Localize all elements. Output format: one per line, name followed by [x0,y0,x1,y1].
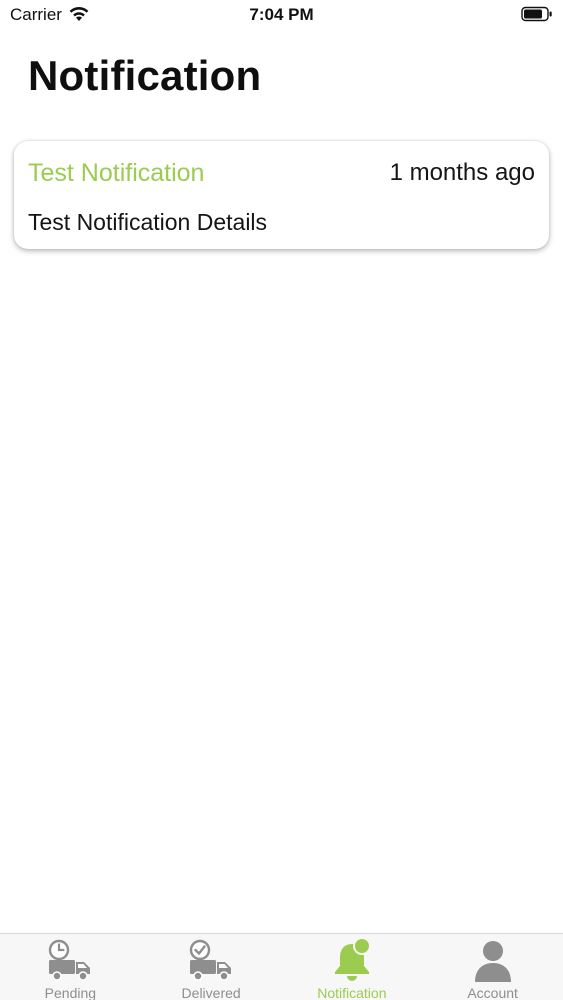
bell-icon [334,938,371,981]
notification-card[interactable]: Test Notification 1 months ago Test Noti… [14,141,549,249]
tab-delivered[interactable]: Delivered [141,934,282,1000]
status-time: 7:04 PM [249,5,314,24]
notification-screen: Carrier 7:04 PM Notification Test Notifi… [0,0,563,1000]
notification-time: 1 months ago [389,159,535,186]
tab-account-label: Account [467,985,518,1000]
tab-delivered-label: Delivered [181,985,241,1000]
tab-pending-label: Pending [44,985,97,1000]
user-icon [474,941,511,982]
battery-icon [521,6,552,22]
truck-check-icon [189,939,232,981]
tab-notification-label: Notification [317,985,387,1000]
tab-pending[interactable]: Pending [0,934,141,1000]
notification-details: Test Notification Details [28,209,268,235]
tab-account[interactable]: Account [422,934,563,1000]
tab-notification[interactable]: Notification [282,934,423,1000]
status-bar: Carrier 7:04 PM [0,0,563,30]
truck-clock-icon [49,939,91,981]
tab-bar: Pending Delivered Notification Account [0,933,563,1000]
page-title: Notification [28,52,262,99]
notification-title: Test Notification [28,159,205,187]
